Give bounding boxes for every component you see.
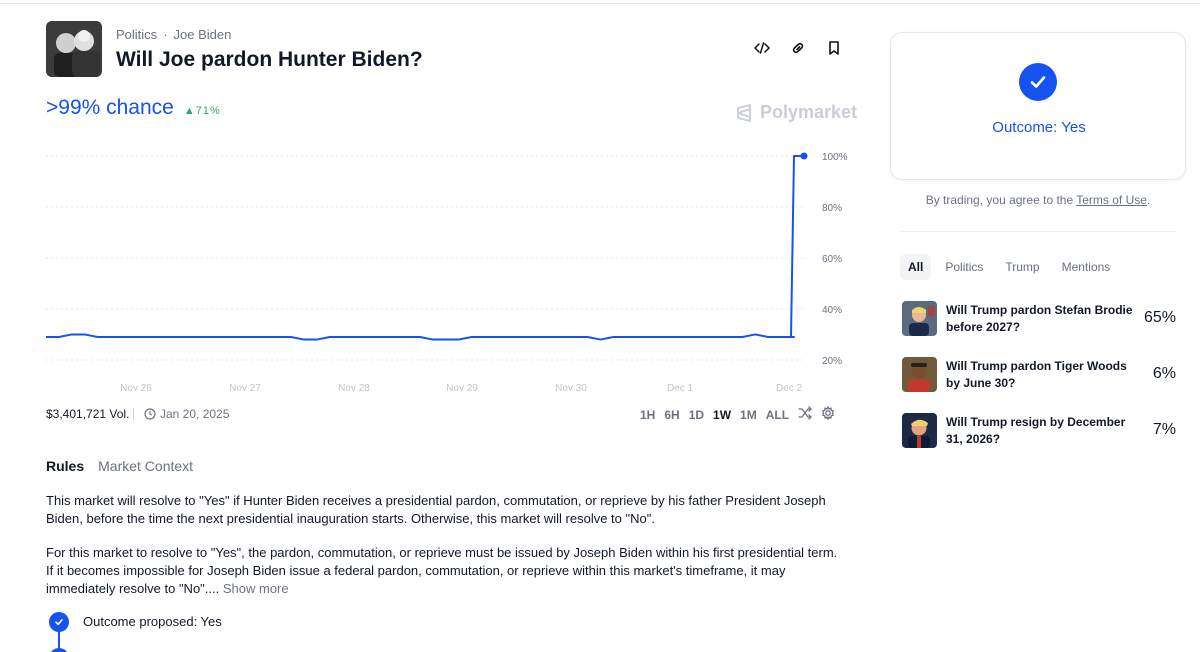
outcome-card: Outcome: Yes (890, 32, 1186, 180)
sidebar-divider (900, 231, 1176, 232)
rules-paragraph-2-text: For this market to resolve to "Yes", the… (46, 545, 838, 596)
related-market[interactable]: Will Trump pardon Stefan Brodie before 2… (902, 301, 1176, 337)
breadcrumb: Politics · Joe Biden (116, 27, 231, 42)
y-tick-label: 100% (822, 152, 848, 163)
up-triangle-icon: ▲ (183, 105, 196, 117)
x-tick-label: Nov 26 (120, 383, 152, 394)
clock-icon (144, 408, 156, 420)
show-more-link[interactable]: Show more (223, 581, 289, 596)
end-date: Jan 20, 2025 (144, 407, 229, 421)
tab-market-context[interactable]: Market Context (98, 458, 193, 474)
related-market-question: Will Trump resign by December 31, 2026? (946, 415, 1126, 446)
range-1h[interactable]: 1H (640, 408, 655, 422)
breadcrumb-separator: · (163, 27, 168, 42)
breadcrumb-subcategory[interactable]: Joe Biden (174, 27, 232, 42)
timeline-step-dot (49, 648, 69, 652)
link-icon[interactable] (788, 38, 808, 58)
header-actions (752, 38, 844, 58)
x-tick-label: Nov 27 (229, 383, 261, 394)
details-tabs: Rules Market Context (46, 458, 193, 474)
related-market-question: Will Trump pardon Tiger Woods by June 30… (946, 359, 1127, 390)
timeline-step-label: Outcome proposed: Yes (83, 614, 222, 629)
y-tick-label: 20% (822, 356, 842, 367)
range-all[interactable]: ALL (766, 408, 789, 422)
y-tick-label: 60% (822, 254, 842, 265)
rules-paragraph-1: This market will resolve to "Yes" if Hun… (46, 493, 826, 526)
related-filter-tabs: All Politics Trump Mentions (900, 254, 1118, 280)
chance-value: >99% chance (46, 96, 174, 119)
range-1d[interactable]: 1D (689, 408, 704, 422)
related-market-image (902, 413, 937, 448)
bookmark-icon[interactable] (824, 38, 844, 58)
range-1w[interactable]: 1W (713, 408, 731, 422)
timeline-check-icon (49, 612, 69, 632)
volume: $3,401,721 Vol. (46, 407, 130, 421)
polymarket-icon (737, 103, 751, 122)
x-tick-label: Nov 28 (338, 383, 370, 394)
chance-delta: ▲71% (184, 105, 221, 117)
related-market-question: Will Trump pardon Stefan Brodie before 2… (946, 303, 1133, 334)
filter-tab-politics[interactable]: Politics (937, 254, 991, 280)
terms-suffix: . (1146, 193, 1151, 207)
rules-text: This market will resolve to "Yes" if Hun… (46, 492, 846, 614)
chart-footer: $3,401,721 Vol. Jan 20, 2025 1H 6H 1D 1W… (46, 405, 852, 424)
market-title: Will Joe pardon Hunter Biden? (116, 48, 423, 71)
related-market[interactable]: Will Trump pardon Tiger Woods by June 30… (902, 357, 1176, 393)
filter-tab-trump[interactable]: Trump (997, 254, 1047, 280)
terms-prefix: By trading, you agree to the (925, 193, 1077, 207)
chance-display: >99% chance ▲71% (46, 96, 221, 120)
chance-delta-value: 71% (195, 105, 221, 117)
price-chart[interactable]: 100% 80% 60% 40% 20% Nov 26 Nov 27 Nov 28 Nov 29… (46, 145, 852, 400)
footer-divider (133, 408, 134, 420)
range-1m[interactable]: 1M (740, 408, 757, 422)
terms-of-use-link[interactable]: Terms of Use (1076, 193, 1147, 207)
settings-gear-icon[interactable] (821, 405, 835, 423)
series-line (46, 155, 804, 341)
y-tick-label: 80% (822, 203, 842, 214)
tab-rules[interactable]: Rules (46, 458, 84, 474)
time-range-selector: 1H 6H 1D 1W 1M ALL (640, 405, 835, 423)
rules-paragraph-2: For this market to resolve to "Yes", the… (46, 544, 846, 598)
filter-tab-mentions[interactable]: Mentions (1054, 254, 1119, 280)
related-market-image (902, 301, 937, 336)
x-tick-label: Nov 30 (555, 383, 587, 394)
sidebar: Outcome: Yes By trading, you agree to th… (890, 0, 1186, 652)
related-market-percent: 65% (1143, 309, 1176, 326)
y-tick-label: 40% (822, 305, 842, 316)
check-circle-icon (1019, 63, 1057, 101)
filter-tab-all[interactable]: All (900, 254, 932, 280)
related-market-image (902, 357, 937, 392)
market-image (46, 21, 102, 77)
outcome-text: Outcome: Yes (992, 119, 1086, 136)
end-date-text: Jan 20, 2025 (160, 407, 230, 421)
shuffle-icon[interactable] (798, 406, 812, 423)
embed-icon[interactable] (752, 38, 772, 58)
x-tick-label: Nov 29 (446, 383, 478, 394)
series-endpoint (800, 152, 808, 160)
terms-notice: By trading, you agree to the Terms of Us… (890, 193, 1186, 207)
market-main: Politics · Joe Biden Will Joe pardon Hun… (46, 0, 857, 652)
related-market-percent: 6% (1152, 365, 1176, 382)
polymarket-logo: Polymarket (734, 102, 857, 123)
resolution-timeline: Outcome proposed: Yes (46, 610, 446, 652)
brand-name: Polymarket (760, 102, 858, 122)
related-market-percent: 7% (1152, 421, 1176, 438)
related-market[interactable]: Will Trump resign by December 31, 2026? … (902, 413, 1176, 449)
x-tick-label: Dec 2 (776, 383, 803, 394)
x-tick-label: Dec 1 (667, 383, 694, 394)
range-6h[interactable]: 6H (664, 408, 679, 422)
breadcrumb-category[interactable]: Politics (116, 27, 157, 42)
